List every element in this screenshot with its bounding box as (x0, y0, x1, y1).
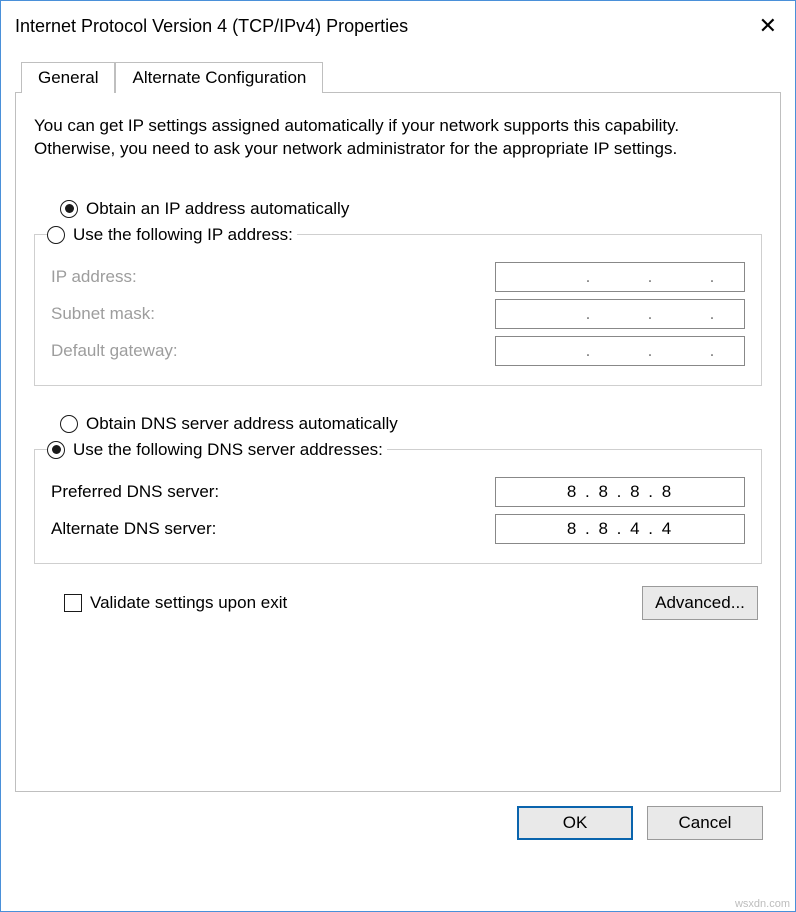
ok-button[interactable]: OK (517, 806, 633, 840)
radio-ip-auto-label: Obtain an IP address automatically (86, 199, 349, 219)
radio-ip-manual-label: Use the following IP address: (73, 225, 293, 245)
tabstrip: General Alternate Configuration (21, 61, 781, 92)
description-text: You can get IP settings assigned automat… (34, 115, 762, 161)
dns-manual-group: Use the following DNS server addresses: … (34, 440, 762, 564)
tab-general[interactable]: General (21, 62, 115, 93)
radio-dns-manual-label: Use the following DNS server addresses: (73, 440, 383, 460)
advanced-button[interactable]: Advanced... (642, 586, 758, 620)
watermark-text: wsxdn.com (735, 898, 790, 910)
ip-auto-row: Obtain an IP address automatically (60, 199, 762, 219)
dialog-body: General Alternate Configuration You can … (1, 49, 795, 911)
window-title: Internet Protocol Version 4 (TCP/IPv4) P… (15, 16, 755, 37)
validate-checkbox[interactable] (64, 594, 82, 612)
subnet-mask-label: Subnet mask: (51, 304, 495, 324)
radio-ip-manual[interactable] (47, 226, 65, 244)
tab-pane-general: You can get IP settings assigned automat… (15, 92, 781, 792)
tab-alternate-configuration[interactable]: Alternate Configuration (115, 62, 323, 93)
close-icon[interactable]: ✕ (755, 15, 781, 37)
dialog-footer: OK Cancel (15, 792, 781, 858)
radio-dns-auto[interactable] (60, 415, 78, 433)
cancel-button[interactable]: Cancel (647, 806, 763, 840)
pane-bottom-row: Validate settings upon exit Advanced... (60, 586, 762, 620)
default-gateway-input: ... (495, 336, 745, 366)
preferred-dns-label: Preferred DNS server: (51, 482, 495, 502)
dns-auto-row: Obtain DNS server address automatically (60, 414, 762, 434)
alternate-dns-value: 8 . 8 . 4 . 4 (567, 519, 673, 539)
radio-ip-auto[interactable] (60, 200, 78, 218)
validate-row: Validate settings upon exit (64, 593, 287, 613)
ip-address-label: IP address: (51, 267, 495, 287)
preferred-dns-value: 8 . 8 . 8 . 8 (567, 482, 673, 502)
alternate-dns-input[interactable]: 8 . 8 . 4 . 4 (495, 514, 745, 544)
dialog-window: Internet Protocol Version 4 (TCP/IPv4) P… (0, 0, 796, 912)
radio-dns-auto-label: Obtain DNS server address automatically (86, 414, 398, 434)
ip-manual-group: Use the following IP address: IP address… (34, 225, 762, 386)
titlebar: Internet Protocol Version 4 (TCP/IPv4) P… (1, 1, 795, 49)
alternate-dns-label: Alternate DNS server: (51, 519, 495, 539)
preferred-dns-input[interactable]: 8 . 8 . 8 . 8 (495, 477, 745, 507)
default-gateway-label: Default gateway: (51, 341, 495, 361)
radio-dns-manual[interactable] (47, 441, 65, 459)
validate-label: Validate settings upon exit (90, 593, 287, 613)
subnet-mask-input: ... (495, 299, 745, 329)
ip-address-input: ... (495, 262, 745, 292)
